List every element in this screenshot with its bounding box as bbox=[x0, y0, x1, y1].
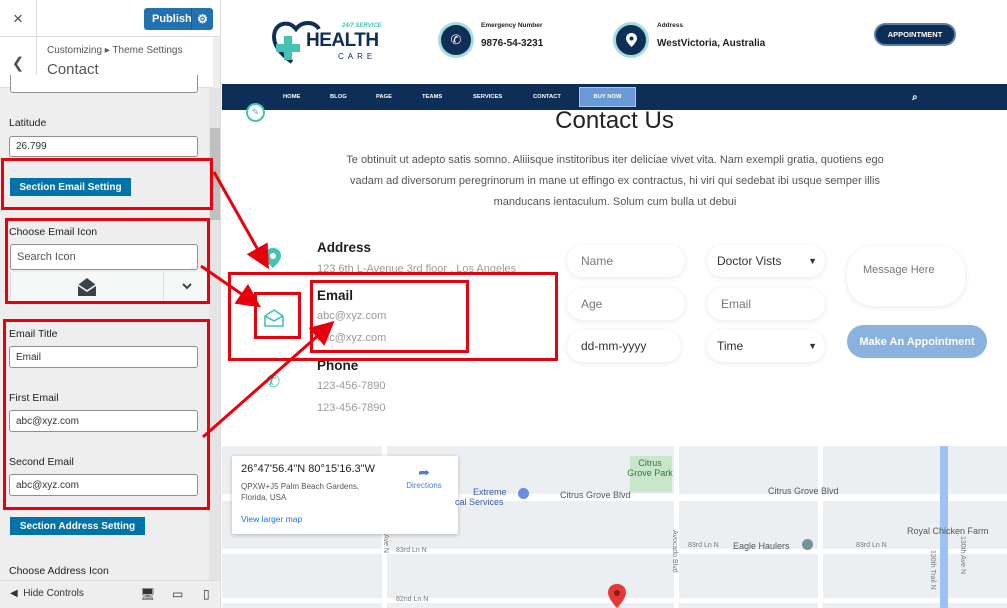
annotation-arrows bbox=[200, 171, 335, 439]
arrow-icon-to-preview bbox=[200, 264, 261, 308]
arrow-section-to-contact bbox=[212, 171, 269, 270]
arrow-fields-to-preview bbox=[202, 321, 335, 439]
